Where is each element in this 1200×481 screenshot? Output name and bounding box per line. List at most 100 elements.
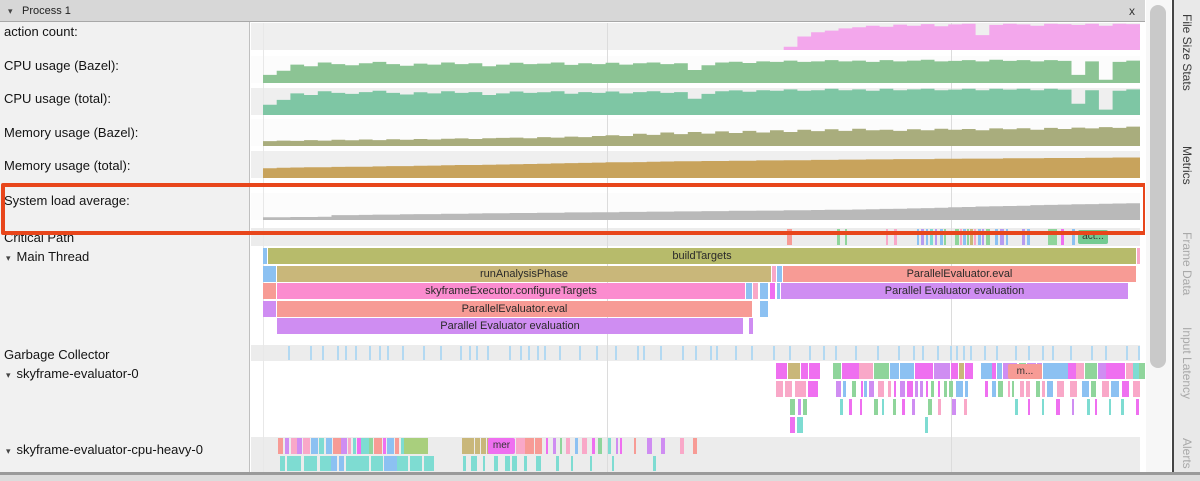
trace-tick <box>845 229 847 245</box>
trace-tick <box>928 399 932 415</box>
timeline-panel[interactable]: ▾ Process 1 x action count:CPU usage (Ba… <box>0 0 1145 474</box>
process-title: Process 1 <box>22 0 71 22</box>
sidebar-tab-input-latency[interactable]: Input Latency <box>1180 327 1194 399</box>
gc-tick <box>1070 346 1072 360</box>
trace-slice[interactable]: runAnalysisPhase <box>277 266 771 282</box>
trace-tick <box>278 438 283 454</box>
trace-tick <box>1098 363 1106 379</box>
horizontal-scrollbar[interactable] <box>0 475 1200 481</box>
trace-slice[interactable]: skyframeExecutor.configureTargets <box>277 283 745 299</box>
gc-tick <box>322 346 324 360</box>
trace-tick <box>311 438 318 454</box>
trace-tick <box>575 438 578 454</box>
gc-tick <box>877 346 879 360</box>
collapse-arrow-icon[interactable]: ▾ <box>8 0 13 22</box>
trace-tick <box>940 229 943 245</box>
trace-tick <box>917 229 919 245</box>
trace-slice-fragment <box>760 301 768 317</box>
trace-tick <box>553 438 556 454</box>
close-button[interactable]: x <box>1129 0 1135 22</box>
gc-tick <box>751 346 753 360</box>
process-header[interactable]: ▾ Process 1 x <box>0 0 1145 22</box>
trace-tick <box>361 438 369 454</box>
trace-tick <box>1091 381 1096 397</box>
trace-tick <box>837 229 840 245</box>
trace-tick <box>516 438 525 454</box>
trace-tick <box>964 399 968 415</box>
trace-tick <box>333 438 340 454</box>
sidebar-tab-alerts[interactable]: Alerts <box>1180 438 1194 469</box>
trace-tick <box>803 399 806 415</box>
collapse-arrow-icon[interactable]: ▾ <box>6 253 11 263</box>
trace-tick <box>944 381 947 397</box>
sidebar-tab-frame-data[interactable]: Frame Data <box>1180 232 1194 295</box>
gc-tick <box>855 346 857 360</box>
trace-slice-fragment <box>263 301 276 317</box>
collapse-arrow-icon[interactable]: ▾ <box>6 370 11 380</box>
trace-tick <box>1042 381 1045 397</box>
trace-tick <box>900 363 913 379</box>
gc-tick <box>487 346 489 360</box>
trace-tick <box>512 456 517 471</box>
trace-tick <box>963 229 966 245</box>
trace-tick <box>1043 363 1055 379</box>
sidebar-tab-file-size-stats[interactable]: File Size Stats <box>1180 14 1194 91</box>
trace-tick <box>959 363 964 379</box>
track-label-skyframe-evaluator-cpu-heavy-0[interactable]: ▾skyframe-evaluator-cpu-heavy-0 <box>6 442 203 457</box>
collapse-arrow-icon[interactable]: ▾ <box>6 446 11 456</box>
track-label-metric: System load average: <box>4 193 130 208</box>
gc-tick <box>937 346 939 360</box>
gc-tick <box>615 346 617 360</box>
trace-tick <box>921 229 924 245</box>
gc-tick <box>956 346 958 360</box>
gc-tick <box>476 346 478 360</box>
trace-slice-fragment <box>749 318 753 334</box>
trace-tick <box>985 381 988 397</box>
trace-slice[interactable]: ParallelEvaluator.eval <box>277 301 752 317</box>
gc-tick <box>660 346 662 360</box>
track-badge[interactable]: m... <box>1008 364 1042 379</box>
trace-tick <box>960 229 962 245</box>
trace-slice[interactable]: ParallelEvaluator.eval <box>783 266 1136 282</box>
trace-slice[interactable]: Parallel Evaluator evaluation <box>277 318 743 334</box>
gc-tick <box>559 346 561 360</box>
trace-tick <box>374 438 382 454</box>
trace-tick <box>997 363 1002 379</box>
metric-chart <box>263 88 1140 115</box>
gc-tick <box>970 346 972 360</box>
trace-tick <box>1000 229 1004 245</box>
gc-tick <box>695 346 697 360</box>
gc-tick <box>922 346 924 360</box>
trace-tick <box>952 399 956 415</box>
gc-tick <box>823 346 825 360</box>
trace-tick <box>797 417 803 433</box>
trace-tick <box>787 229 792 245</box>
trace-slice[interactable]: Parallel Evaluator evaluation <box>781 283 1128 299</box>
sidebar-tab-metrics[interactable]: Metrics <box>1180 146 1194 185</box>
trace-tick <box>463 456 466 471</box>
trace-tick <box>890 363 899 379</box>
metric-chart <box>263 151 1140 178</box>
trace-tick <box>956 381 962 397</box>
trace-tick <box>404 438 428 454</box>
trace-tick <box>934 363 950 379</box>
trace-tick <box>790 417 795 433</box>
trace-tick <box>920 381 923 397</box>
trace-tick <box>369 438 373 454</box>
gc-tick <box>913 346 915 360</box>
track-label-skyframe-evaluator-0[interactable]: ▾skyframe-evaluator-0 <box>6 366 139 381</box>
track-badge[interactable]: mer <box>488 438 515 454</box>
vertical-scrollbar-thumb[interactable] <box>1150 5 1166 368</box>
trace-tick <box>1048 229 1057 245</box>
track-badge[interactable]: act... <box>1078 230 1108 244</box>
vertical-scrollbar[interactable] <box>1146 0 1171 473</box>
trace-tick <box>341 438 347 454</box>
trace-tick <box>1057 381 1065 397</box>
gc-tick <box>509 346 511 360</box>
trace-tick <box>967 229 969 245</box>
gc-tick <box>345 346 347 360</box>
right-tab-strip: File Size Stats Metrics Frame Data Input La… <box>1172 0 1200 473</box>
trace-tick <box>395 438 399 454</box>
trace-slice[interactable]: buildTargets <box>268 248 1136 264</box>
track-label-main-thread[interactable]: ▾Main Thread <box>6 249 89 264</box>
